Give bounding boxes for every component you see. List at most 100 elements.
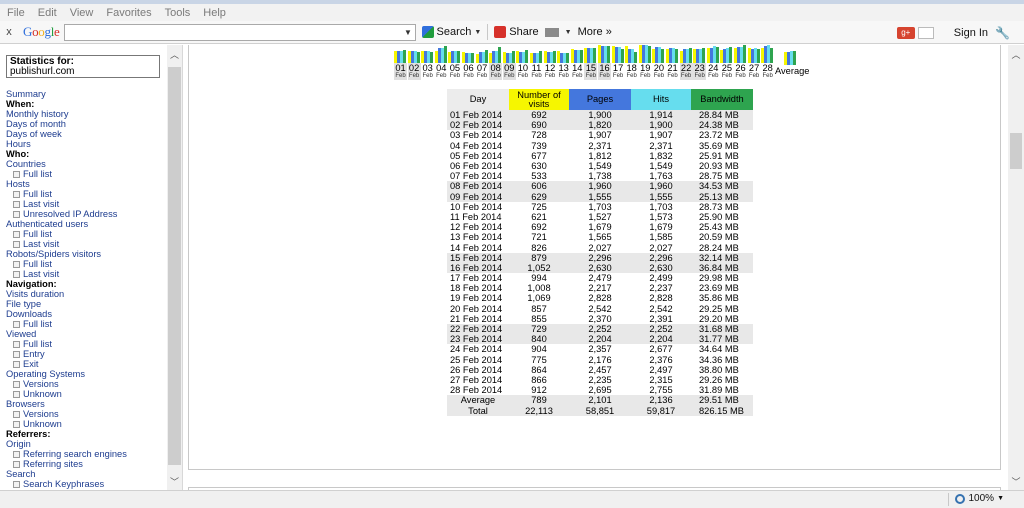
day-bar xyxy=(688,48,692,63)
menu-item-edit[interactable]: Edit xyxy=(38,7,57,19)
table-row: 22 Feb 2014 729 2,252 2,252 31.68 MB xyxy=(447,323,753,335)
menu-item-view[interactable]: View xyxy=(70,7,94,19)
menu-item-tools[interactable]: Tools xyxy=(165,7,191,19)
day-label: 09 Feb xyxy=(502,63,516,80)
google-logo[interactable]: Google xyxy=(23,24,60,40)
nav-sub-link[interactable]: Full list xyxy=(23,189,52,199)
nav-row: Last visit xyxy=(6,199,166,209)
scrollbar-thumb[interactable] xyxy=(1010,133,1022,169)
scrollbar-thumb[interactable] xyxy=(168,67,181,465)
nav-sub-link[interactable]: Full list xyxy=(23,339,52,349)
nav-sub-link[interactable]: Search Keyphrases xyxy=(23,479,104,489)
nav-link[interactable]: Viewed xyxy=(6,329,36,339)
nav-sub-link[interactable]: Unknown xyxy=(23,389,62,399)
main-scrollbar[interactable]: ︿ ﹀ xyxy=(1008,45,1024,490)
nav-sub-link[interactable]: Referring search engines xyxy=(23,449,127,459)
nav-sub-link[interactable]: Entry xyxy=(23,349,45,359)
toolbar-share-button[interactable]: Share xyxy=(494,26,539,38)
day-bar-group xyxy=(652,45,665,63)
sub-item-icon xyxy=(13,451,20,458)
cell-pages: 2,235 xyxy=(588,374,612,385)
left-scrollbar[interactable]: ︿ ﹀ xyxy=(167,45,182,490)
nav-row: Last visit xyxy=(6,269,166,279)
nav-sub-link[interactable]: Last visit xyxy=(23,239,59,249)
scroll-down-icon[interactable]: ﹀ xyxy=(1008,474,1024,488)
day-label: 11 Feb xyxy=(530,63,543,80)
nav-sub-link[interactable]: Versions xyxy=(23,409,59,419)
nav-sub-link[interactable]: Full list xyxy=(23,169,52,179)
cell-hits: 1,960 xyxy=(631,181,691,192)
table-row: 23 Feb 2014 840 2,204 2,204 31.77 MB xyxy=(447,334,753,345)
nav-link[interactable]: Authenticated users xyxy=(6,219,88,229)
header-day: Day xyxy=(447,89,509,110)
cell-bw: 25.91 MB xyxy=(699,150,739,161)
nav-section-heading: Who: xyxy=(6,149,30,159)
nav-link[interactable]: Origin xyxy=(6,439,31,449)
day-number: 23 xyxy=(694,63,705,73)
nav-link[interactable]: Summary xyxy=(6,89,46,99)
table-row: 20 Feb 2014 857 2,542 2,542 29.25 MB xyxy=(447,304,753,314)
menu-item-favorites[interactable]: Favorites xyxy=(106,7,151,19)
nav-sub-link[interactable]: Referring sites xyxy=(23,459,83,469)
google-plus-button[interactable]: g+ xyxy=(896,26,915,39)
average-label: Average xyxy=(775,66,810,76)
scroll-up-icon[interactable]: ︿ xyxy=(167,47,182,61)
toolbar-more-button[interactable]: More » xyxy=(578,26,612,38)
nav-link[interactable]: Search xyxy=(6,469,35,479)
nav-link[interactable]: Downloads xyxy=(6,309,52,319)
day-number: 19 xyxy=(640,63,651,73)
day-month: Feb xyxy=(694,73,705,79)
nav-link[interactable]: Operating Systems xyxy=(6,369,85,379)
nav-sub-link[interactable]: Full list xyxy=(23,229,52,239)
wrench-icon[interactable]: 🔧 xyxy=(995,26,1010,40)
toolbar-search-button[interactable]: Search ▼ xyxy=(421,26,481,38)
cell-pages: 2,027 xyxy=(588,242,612,253)
menu-item-help[interactable]: Help xyxy=(203,7,226,19)
nav-sub-link[interactable]: Last visit xyxy=(23,269,59,279)
google-toolbar: x Google ▼ Search ▼ Share ▼ More » g+ Si… xyxy=(0,21,1024,44)
nav-link[interactable]: Countries xyxy=(6,159,46,169)
nav-row: Entry xyxy=(6,349,166,359)
nav-link[interactable]: Visits duration xyxy=(6,289,64,299)
nav-link[interactable]: Hours xyxy=(6,139,31,149)
day-bar xyxy=(484,49,488,63)
cell-bw: 34.36 MB xyxy=(699,354,739,365)
nav-link[interactable]: File type xyxy=(6,299,41,309)
menu-item-file[interactable]: File xyxy=(7,7,25,19)
nav-sub-link[interactable]: Unresolved IP Address xyxy=(23,209,117,219)
nav-sub-link[interactable]: Last visit xyxy=(23,199,59,209)
toolbar-close-button[interactable]: x xyxy=(0,26,18,38)
stats-header-box: Statistics for: publishurl.com xyxy=(6,55,160,78)
sign-in-button[interactable]: Sign In xyxy=(954,27,988,39)
nav-link[interactable]: Days of month xyxy=(6,119,66,129)
nav-link[interactable]: Hosts xyxy=(6,179,30,189)
day-label: 13 Feb xyxy=(557,63,570,80)
nav-sub-link[interactable]: Full list xyxy=(23,259,52,269)
scroll-down-icon[interactable]: ﹀ xyxy=(167,474,182,488)
chevron-down-icon[interactable]: ▼ xyxy=(402,25,415,40)
nav-sub-link[interactable]: Unknown xyxy=(23,419,62,429)
cell-visits: 739 xyxy=(531,140,547,151)
nav-row: Referrers: xyxy=(6,429,166,439)
cell-day: 15 Feb 2014 xyxy=(447,252,509,263)
day-bar xyxy=(620,49,624,63)
cell-hits: 1,914 xyxy=(631,110,691,121)
cell-hits: 1,555 xyxy=(631,191,691,202)
zoom-control[interactable]: 100% ▼ xyxy=(955,493,1004,504)
day-label: 27 Feb xyxy=(748,63,761,80)
cell-visits: 690 xyxy=(509,120,569,131)
nav-link[interactable]: Days of week xyxy=(6,129,62,139)
scroll-up-icon[interactable]: ︿ xyxy=(1008,47,1024,61)
nav-link[interactable]: Browsers xyxy=(6,399,45,409)
day-number: 20 xyxy=(653,63,665,73)
notification-box[interactable] xyxy=(917,26,934,39)
nav-link[interactable]: Robots/Spiders visitors xyxy=(6,249,101,259)
nav-sub-link[interactable]: Exit xyxy=(23,359,39,369)
toolbar-search-input[interactable]: ▼ xyxy=(63,23,416,41)
toolbar-mail-button[interactable]: ▼ xyxy=(544,27,572,37)
nav-row: Browsers xyxy=(6,399,166,409)
nav-sub-link[interactable]: Full list xyxy=(23,319,52,329)
nav-sub-link[interactable]: Versions xyxy=(23,379,59,389)
nav-link[interactable]: Monthly history xyxy=(6,109,69,119)
day-bar-group xyxy=(720,45,733,63)
